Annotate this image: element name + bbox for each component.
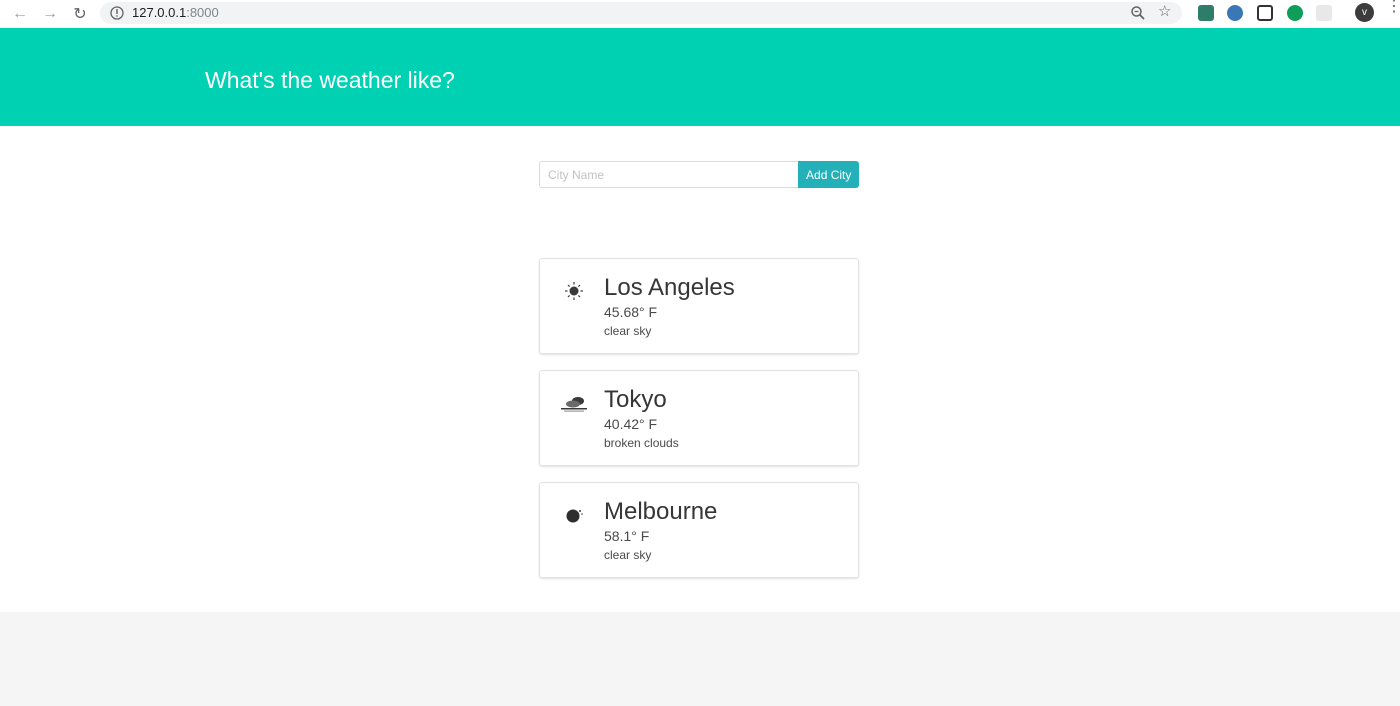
main-content: Add City Los Angeles 45.68° F clear sky … <box>0 126 1400 612</box>
info-icon[interactable] <box>110 6 124 20</box>
weather-card: Tokyo 40.42° F broken clouds <box>539 370 859 466</box>
weather-card: Los Angeles 45.68° F clear sky <box>539 258 859 354</box>
weather-card: Melbourne 58.1° F clear sky <box>539 482 859 578</box>
city-name-input[interactable] <box>539 161 799 188</box>
url-host: 127.0.0.1 <box>132 5 187 20</box>
address-bar[interactable]: 127.0.0.1:8000 ☆ <box>100 2 1182 24</box>
forward-icon[interactable]: → <box>40 4 60 24</box>
menu-icon[interactable]: ⋮ <box>1386 0 1400 22</box>
bookmark-star-icon[interactable]: ☆ <box>1158 4 1171 20</box>
extension-icon[interactable] <box>1316 5 1332 21</box>
reload-icon[interactable]: ↻ <box>70 4 90 24</box>
page-title: What's the weather like? <box>205 67 455 93</box>
extension-icon[interactable] <box>1198 5 1214 21</box>
weather-description: clear sky <box>604 548 652 562</box>
page-footer <box>0 612 1400 706</box>
browser-toolbar: ← → ↻ 127.0.0.1:8000 ☆ v ⋮ <box>0 0 1400 28</box>
city-temperature: 58.1° F <box>604 528 650 544</box>
add-city-form: Add City <box>539 161 859 188</box>
url-port: :8000 <box>186 5 219 20</box>
weather-description: broken clouds <box>604 436 679 450</box>
extension-icon[interactable] <box>1287 5 1303 21</box>
hero-header: What's the weather like? <box>0 28 1400 126</box>
moon-icon <box>566 509 583 523</box>
zoom-icon[interactable] <box>1130 5 1146 21</box>
city-name: Tokyo <box>604 386 667 413</box>
city-name: Melbourne <box>604 498 718 525</box>
python-extension-icon[interactable] <box>1227 5 1243 21</box>
city-temperature: 45.68° F <box>604 304 658 320</box>
avatar[interactable]: v <box>1355 3 1374 22</box>
sun-icon <box>565 282 583 300</box>
extension-icon[interactable] <box>1257 5 1273 21</box>
back-icon[interactable]: ← <box>10 4 30 24</box>
city-temperature: 40.42° F <box>604 416 658 432</box>
avatar-letter: v <box>1362 7 1367 18</box>
address-url[interactable]: 127.0.0.1:8000 <box>132 5 219 21</box>
weather-description: clear sky <box>604 324 652 338</box>
add-city-button[interactable]: Add City <box>798 161 859 188</box>
city-name: Los Angeles <box>604 274 735 301</box>
broken-clouds-icon <box>561 397 587 412</box>
